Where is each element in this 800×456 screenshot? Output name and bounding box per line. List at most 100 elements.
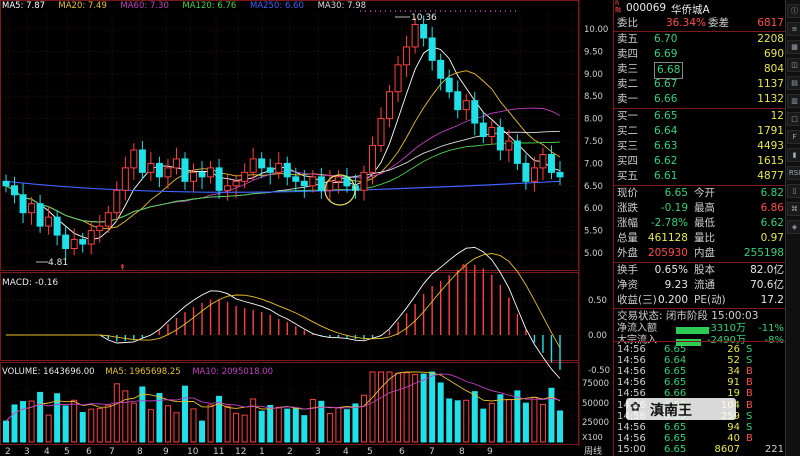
info-icon[interactable]: ⓘ <box>787 4 800 18</box>
bid-row: 买二 6.64 1791 <box>617 125 784 137</box>
date-tick: 5 <box>367 447 373 456</box>
candle-body <box>2 180 10 187</box>
candle-body <box>530 167 538 182</box>
event-marker[interactable]: ↟ <box>119 263 126 272</box>
volume-bar <box>514 390 521 443</box>
ask-row: 卖三 6.68 804 <box>614 62 786 79</box>
volume-bar <box>164 405 171 443</box>
candle-body <box>258 158 266 169</box>
candlesticks[interactable] <box>2 15 564 261</box>
volume-bar <box>292 408 299 443</box>
layers-icon[interactable]: ▥ <box>787 94 800 108</box>
volume-bar <box>241 414 248 443</box>
candle-body <box>471 100 479 124</box>
date-tick: 11 <box>213 447 224 456</box>
candle-body <box>300 180 308 187</box>
stat-row: 现价 6.65 今开 6.82 <box>617 187 784 199</box>
tick-row[interactable]: 15:00 6.65 8607 <box>614 444 786 456</box>
macd-tick: 0.00 <box>588 331 607 341</box>
volume-bar <box>309 398 316 443</box>
grid-lines <box>1 14 578 444</box>
volume-bar <box>446 398 453 443</box>
date-tick: 6 <box>399 447 405 456</box>
candle-body <box>181 158 189 182</box>
volume-bar <box>173 412 180 443</box>
candle-body <box>198 171 206 178</box>
volume-bar <box>45 414 52 443</box>
candle-body <box>539 153 547 169</box>
candle-body <box>121 167 129 191</box>
candle-body <box>104 212 112 227</box>
candle-body <box>164 167 172 178</box>
candle-body <box>224 185 232 191</box>
volume-bar <box>378 371 385 443</box>
candle-body <box>79 239 87 245</box>
chart-icon[interactable]: ◫ <box>787 58 800 72</box>
period-label[interactable]: 周线 <box>584 445 602 456</box>
candle-body <box>522 162 530 182</box>
bars-icon[interactable]: ▮ <box>787 148 800 162</box>
volume-bar <box>488 402 495 443</box>
doc-icon[interactable]: ▯ <box>787 184 800 198</box>
flow-row: 净流入额 -3310万 -11% <box>617 323 784 334</box>
ask-row: 卖五 6.70 2208 <box>617 33 784 45</box>
volume-bar <box>11 404 18 443</box>
list-icon[interactable]: ≡ <box>787 22 800 36</box>
ma-legend-item: MA250: 6.60 <box>250 1 304 11</box>
volume-bar <box>199 420 206 443</box>
volume-legend-item: MA10: 2095018.00 <box>192 367 273 377</box>
candle-body <box>266 167 274 173</box>
macd-tick: 0.50 <box>588 296 607 306</box>
price-tick: 8.50 <box>584 92 603 102</box>
volume-bar <box>258 410 265 443</box>
volume-bar <box>62 405 69 443</box>
volume-bar <box>20 401 27 443</box>
volume-bar <box>181 385 188 443</box>
f10-icon[interactable]: F <box>787 130 800 144</box>
stat-row: 总量 461128 量比 0.97 <box>617 232 784 244</box>
volume-bar <box>88 408 95 443</box>
stock-name: 华侨城A <box>671 4 710 16</box>
candle-body <box>249 158 257 173</box>
fundamental-row: 净资 9.23 流通 70.6亿 <box>617 279 784 291</box>
volume-bar <box>113 383 120 443</box>
candle-body <box>62 234 70 250</box>
grid-icon[interactable]: ▦ <box>787 40 800 54</box>
stat-row: 涨幅 -2.78% 最低 6.62 <box>617 217 784 229</box>
date-tick: 9 <box>163 447 169 456</box>
candle-body <box>96 225 104 232</box>
kline-chart-area[interactable]: MA5: 7.87 MA20: 7.49 MA60: 7.30 MA120: 6.76… <box>0 0 612 456</box>
volume-bar <box>531 396 538 443</box>
volume-bar <box>335 407 342 443</box>
cube-icon[interactable]: ◈ <box>787 220 800 234</box>
rsi-icon[interactable]: RSI <box>787 166 800 180</box>
weibi-row: 委比 36.34% 委差 6817 <box>617 17 784 29</box>
date-tick: 3 <box>315 447 321 456</box>
price-tick: 7.50 <box>584 137 603 147</box>
date-tick: 7 <box>429 447 435 456</box>
date-axis: 2 3 4 5 6 7 8 9 10 11 12 1 2 3 4 5 6 7 8 9 <box>5 447 493 456</box>
square-icon[interactable]: □ <box>787 112 800 126</box>
ask-row: 卖二 6.67 1137 <box>617 78 784 90</box>
low-price-marker: 4.81 <box>36 258 68 268</box>
volume-legend-item: VOLUME: 1643696.00 <box>2 367 95 377</box>
table-icon[interactable]: ▤ <box>787 76 800 90</box>
bid-row: 买四 6.62 1615 <box>617 155 784 167</box>
volume-bar <box>284 408 291 443</box>
date-tick: 5 <box>64 447 70 456</box>
candle-body <box>190 171 198 182</box>
event-marker[interactable]: ↟ <box>460 263 467 272</box>
candle-body <box>386 91 394 120</box>
price-tick: 6.50 <box>584 182 603 192</box>
ma-legend-item: MA20: 7.49 <box>58 1 106 11</box>
volume-bar <box>454 400 461 443</box>
link-icon[interactable]: ⌘ <box>787 202 800 216</box>
candle-body <box>479 122 487 138</box>
date-tick: 10 <box>187 447 199 456</box>
volume-tick: 25000 <box>582 418 609 428</box>
rz-badge: R融 <box>615 0 622 14</box>
volume-bar <box>437 382 444 443</box>
stock-code: 000069 <box>626 2 667 14</box>
candle-body <box>556 171 564 178</box>
candle-body <box>317 176 325 191</box>
